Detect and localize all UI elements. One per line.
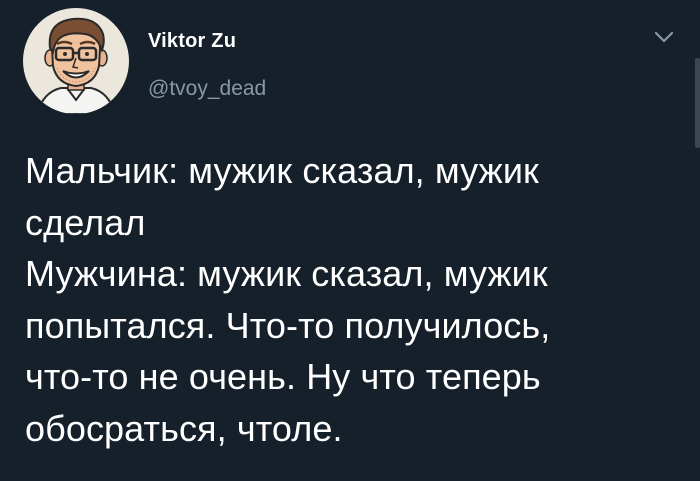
tweet-text-line: обосраться, чтоле. — [25, 407, 343, 449]
tweet-menu-button[interactable] — [651, 26, 677, 48]
author-handle[interactable]: @tvoy_dead — [148, 76, 266, 102]
author-avatar[interactable] — [23, 8, 129, 114]
cartoon-man-avatar-icon — [35, 17, 117, 114]
tweet-text: Мальчик: мужик сказал, мужик сделал Мужч… — [25, 145, 685, 454]
tweet-text-line: попытался. Что-то получилось, — [25, 304, 551, 346]
scrollbar-thumb[interactable] — [695, 58, 700, 148]
tweet: Viktor Zu @tvoy_dead Мальчик: мужик сказ… — [0, 0, 700, 481]
chevron-down-icon — [654, 31, 674, 43]
tweet-text-line: сделал — [25, 201, 146, 243]
tweet-text-line: что-то не очень. Ну что теперь — [25, 356, 541, 397]
author-display-name[interactable]: Viktor Zu — [148, 29, 236, 53]
tweet-text-line: Мальчик: мужик сказал, мужик — [25, 150, 539, 191]
tweet-text-line: Мужчина: мужик сказал, мужик — [25, 253, 548, 294]
